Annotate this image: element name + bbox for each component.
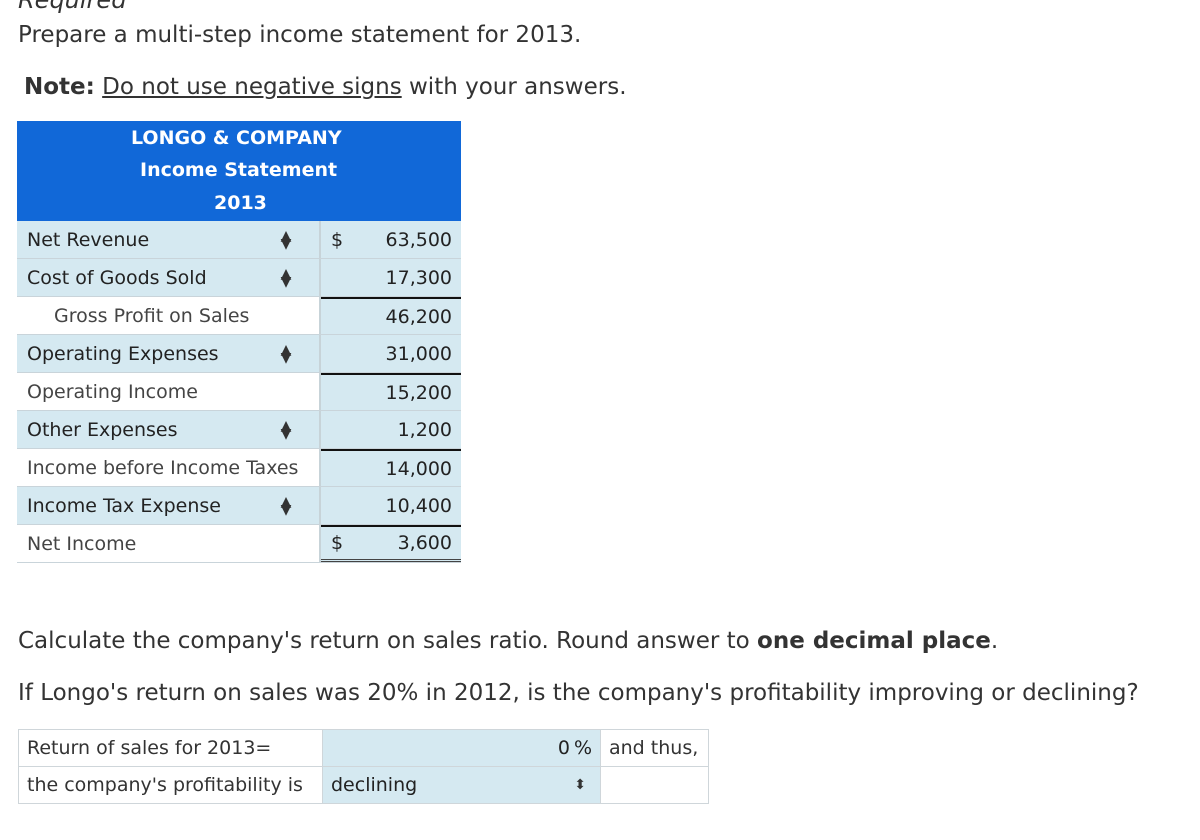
- statement-year: 2013: [214, 192, 267, 214]
- company-name: LONGO & COMPANY: [131, 127, 342, 149]
- return-suffix: and thus,: [600, 729, 709, 767]
- row-gross-profit: Gross Profit on Sales 46,200: [17, 297, 461, 335]
- row-net-income: Net Income $3,600: [17, 525, 461, 563]
- row-value: 17,300: [385, 266, 452, 289]
- row-label: Income before Income Taxes: [27, 456, 299, 479]
- row-net-revenue: Net Revenue ▲ ▼ $63,500: [17, 221, 461, 259]
- statement-title: Income Statement: [140, 159, 338, 181]
- gross-profit-label: Gross Profit on Sales: [17, 297, 321, 334]
- return-input[interactable]: 0%: [322, 729, 601, 767]
- question-bold: one decimal place: [757, 628, 991, 654]
- selected-option: declining: [331, 774, 418, 796]
- row-value: 31,000: [385, 342, 452, 365]
- net-revenue-select[interactable]: Net Revenue ▲ ▼: [17, 221, 321, 258]
- section-heading: Required: [18, 0, 127, 14]
- note-rest: with your answers.: [401, 74, 627, 100]
- other-expenses-select[interactable]: Other Expenses ▲ ▼: [17, 411, 321, 448]
- row-value: 46,200: [385, 305, 452, 328]
- other-expenses-input[interactable]: 1,200: [321, 411, 461, 448]
- gross-profit-input[interactable]: 46,200: [321, 297, 461, 334]
- row-value: 3,600: [397, 532, 452, 554]
- income-before-taxes-label: Income before Income Taxes: [17, 449, 321, 486]
- row-cogs: Cost of Goods Sold ▲ ▼ 17,300: [17, 259, 461, 297]
- sort-arrows-icon: ▲ ▼: [280, 227, 292, 252]
- answer-row-profitability: the company's profitability is declining…: [18, 766, 709, 804]
- row-label: Other Expenses: [27, 418, 178, 441]
- note-label: Note:: [24, 74, 95, 100]
- row-income-tax-expense: Income Tax Expense ▲ ▼ 10,400: [17, 487, 461, 525]
- empty-cell: [600, 766, 709, 804]
- question-text: Calculate the company's return on sales …: [18, 628, 758, 654]
- row-operating-income: Operating Income 15,200: [17, 373, 461, 411]
- income-tax-expense-select[interactable]: Income Tax Expense ▲ ▼: [17, 487, 321, 524]
- cogs-select[interactable]: Cost of Goods Sold ▲ ▼: [17, 259, 321, 296]
- question-end: .: [990, 628, 999, 654]
- row-label: Income Tax Expense: [27, 494, 221, 517]
- return-label: Return of sales for 2013=: [18, 729, 323, 767]
- percent-unit: %: [573, 737, 592, 759]
- operating-income-input[interactable]: 15,200: [321, 373, 461, 410]
- profitability-select[interactable]: declining ⬍: [322, 766, 601, 804]
- sort-arrows-icon: ⬍: [574, 777, 586, 793]
- row-label: Operating Expenses: [27, 342, 219, 365]
- row-value: 1,200: [397, 418, 452, 441]
- row-label: Net Income: [27, 532, 137, 555]
- sort-arrows-icon: ▲ ▼: [280, 417, 292, 442]
- net-revenue-input[interactable]: $63,500: [321, 221, 461, 258]
- question-profitability: If Longo's return on sales was 20% in 20…: [18, 680, 1139, 706]
- profitability-label: the company's profitability is: [18, 766, 323, 804]
- operating-expenses-input[interactable]: 31,000: [321, 335, 461, 372]
- cogs-input[interactable]: 17,300: [321, 259, 461, 296]
- net-income-label: Net Income: [17, 525, 321, 562]
- income-statement-rows: Net Revenue ▲ ▼ $63,500 Cost of Goods Sold…: [17, 221, 461, 563]
- note-text: Note: Do not use negative signs with you…: [24, 74, 627, 100]
- answer-row-return: Return of sales for 2013= 0% and thus,: [18, 729, 709, 767]
- net-income-input[interactable]: $3,600: [321, 525, 461, 562]
- row-income-before-taxes: Income before Income Taxes 14,000: [17, 449, 461, 487]
- row-label: Net Revenue: [27, 228, 150, 251]
- currency-symbol: $: [331, 532, 344, 554]
- row-value: 10,400: [385, 494, 452, 517]
- sort-arrows-icon: ▲ ▼: [280, 341, 292, 366]
- income-statement-header: LONGO & COMPANY Income Statement 2013: [17, 121, 461, 221]
- operating-expenses-select[interactable]: Operating Expenses ▲ ▼: [17, 335, 321, 372]
- row-other-expenses: Other Expenses ▲ ▼ 1,200: [17, 411, 461, 449]
- question-return-on-sales: Calculate the company's return on sales …: [18, 628, 998, 654]
- row-operating-expenses: Operating Expenses ▲ ▼ 31,000: [17, 335, 461, 373]
- row-value: 14,000: [385, 457, 452, 480]
- income-before-taxes-input[interactable]: 14,000: [321, 449, 461, 486]
- currency-symbol: $: [331, 228, 344, 251]
- row-value: 63,500: [385, 228, 452, 251]
- row-label: Cost of Goods Sold: [27, 266, 207, 289]
- return-value: 0: [557, 737, 570, 759]
- sort-arrows-icon: ▲ ▼: [280, 493, 292, 518]
- instruction-text: Prepare a multi-step income statement fo…: [18, 22, 582, 48]
- sort-arrows-icon: ▲ ▼: [280, 265, 292, 290]
- income-tax-expense-input[interactable]: 10,400: [321, 487, 461, 524]
- row-label: Operating Income: [27, 380, 198, 403]
- note-underlined: Do not use negative signs: [102, 74, 402, 100]
- row-value: 15,200: [385, 381, 452, 404]
- row-label: Gross Profit on Sales: [54, 304, 250, 327]
- operating-income-label: Operating Income: [17, 373, 321, 410]
- answer-table: Return of sales for 2013= 0% and thus, t…: [18, 729, 709, 804]
